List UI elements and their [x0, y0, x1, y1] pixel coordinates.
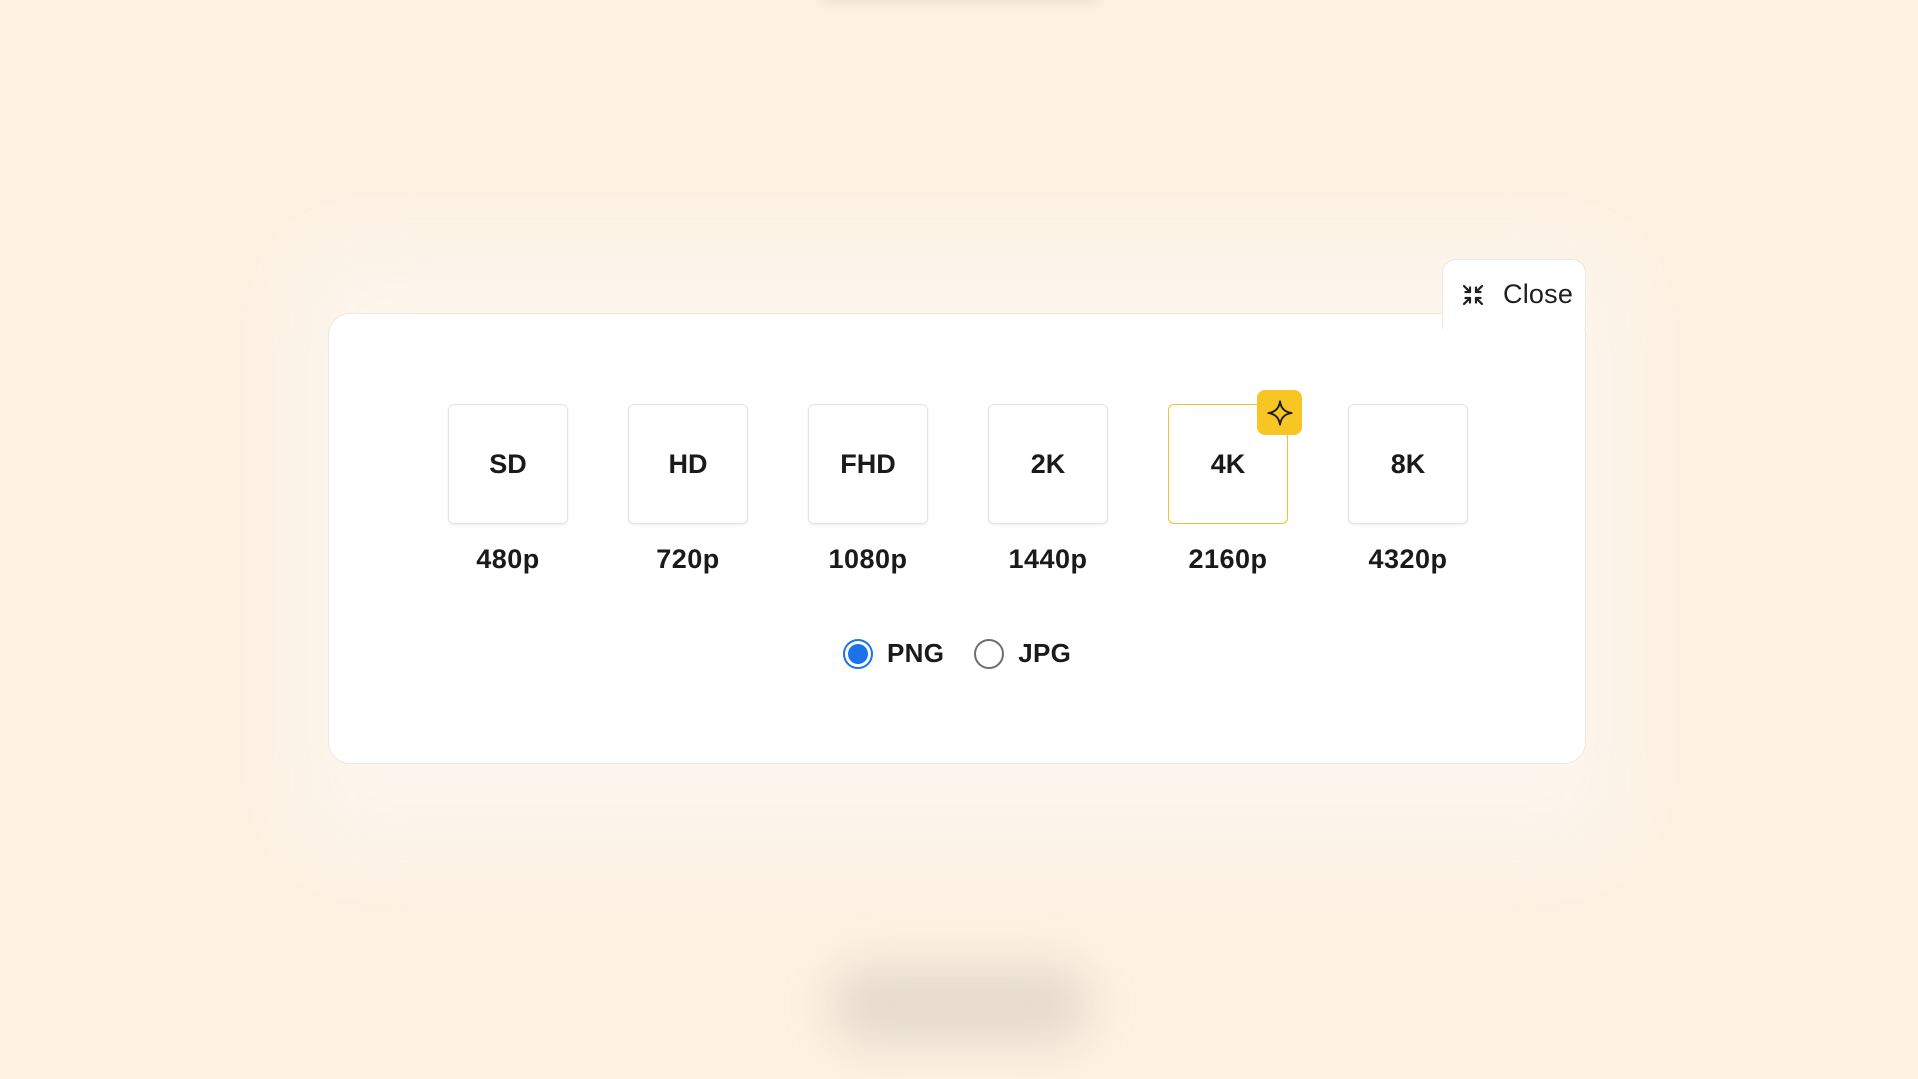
- format-radio-jpg[interactable]: [974, 638, 1005, 669]
- resolution-option-4k: 4K 2160p: [1168, 390, 1302, 575]
- close-button[interactable]: Close: [1442, 259, 1586, 329]
- close-label: Close: [1503, 279, 1574, 309]
- resolution-button-8k[interactable]: 8K: [1348, 404, 1468, 524]
- resolution-label: SD: [489, 448, 527, 479]
- resolution-option-sd: SD 480p: [448, 404, 568, 575]
- resolution-label: 4K: [1210, 448, 1246, 479]
- resolution-option-fhd: FHD 1080p: [808, 404, 928, 575]
- resolution-option-8k: 8K 4320p: [1348, 404, 1468, 575]
- app-stage: Close SD 480p HD 720p FHD 1080p 2K 1440p…: [0, 0, 1918, 1079]
- resolution-label: FHD: [840, 448, 896, 479]
- resolution-value: 1440p: [1008, 544, 1088, 574]
- resolution-button-4k[interactable]: 4K: [1168, 390, 1302, 524]
- format-option-jpg[interactable]: JPG: [974, 638, 1071, 669]
- resolution-button-2k[interactable]: 2K: [988, 404, 1108, 524]
- resolution-label: 2K: [1030, 448, 1066, 479]
- resolution-option-hd: HD 720p: [628, 404, 748, 575]
- sparkle-icon: [1266, 399, 1293, 426]
- resolution-options: SD 480p HD 720p FHD 1080p 2K 1440p 4K 21…: [448, 390, 1468, 575]
- resolution-option-2k: 2K 1440p: [988, 404, 1108, 575]
- tab-seam: [1443, 312, 1585, 318]
- resolution-button-hd[interactable]: HD: [628, 404, 748, 524]
- resolution-button-sd[interactable]: SD: [448, 404, 568, 524]
- collapse-icon: [1461, 283, 1485, 307]
- format-label: JPG: [1018, 638, 1072, 668]
- format-option-png[interactable]: PNG: [843, 638, 944, 669]
- resolution-value: 2160p: [1188, 544, 1268, 574]
- resolution-button-fhd[interactable]: FHD: [808, 404, 928, 524]
- resolution-value: 1080p: [828, 544, 908, 574]
- premium-badge: [1257, 390, 1302, 435]
- format-label: PNG: [887, 638, 945, 668]
- background-blur-bottom: [830, 965, 1090, 1045]
- radio-dot: [848, 643, 868, 664]
- background-blur-top: [820, 0, 1100, 2]
- resolution-value: 4320p: [1368, 544, 1448, 574]
- format-options: PNG JPG: [843, 638, 1071, 669]
- resolution-label: HD: [668, 448, 708, 479]
- resolution-value: 480p: [476, 544, 540, 574]
- resolution-label: 8K: [1390, 448, 1426, 479]
- format-radio-png[interactable]: [843, 638, 873, 669]
- resolution-value: 720p: [656, 544, 720, 574]
